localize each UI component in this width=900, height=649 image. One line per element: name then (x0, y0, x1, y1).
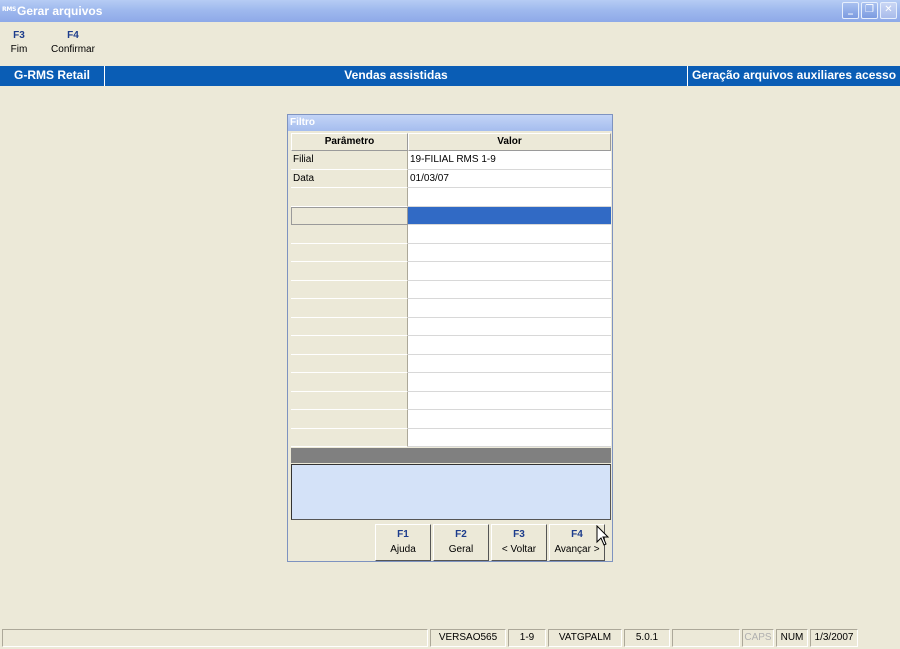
band-module: Vendas assistidas (344, 68, 448, 82)
status-caps: CAPS (742, 629, 774, 647)
value-cell[interactable] (408, 280, 611, 299)
header-band: G-RMS Retail Vendas assistidas Geração a… (0, 66, 900, 86)
value-cell[interactable] (408, 354, 611, 373)
status-version: VERSAO565 (430, 629, 506, 647)
grid-row[interactable] (291, 391, 611, 410)
status-message (2, 629, 428, 647)
value-cell[interactable] (408, 262, 611, 281)
value-cell[interactable] (408, 188, 611, 207)
fim-button[interactable]: F3 Fim (8, 30, 30, 55)
grid-row[interactable] (291, 225, 611, 244)
voltar-button[interactable]: F3 < Voltar (491, 524, 547, 561)
value-cell[interactable]: 01/03/07 (408, 169, 611, 188)
parameter-cell: Data (291, 169, 408, 188)
value-cell[interactable] (408, 317, 611, 336)
avancar-key: F4 (571, 529, 583, 540)
fim-label: Fim (10, 44, 28, 55)
value-cell[interactable] (408, 336, 611, 355)
minimize-button[interactable]: _ (842, 2, 859, 19)
parameter-cell (291, 262, 408, 281)
fim-key: F3 (13, 30, 25, 41)
parameter-cell (291, 373, 408, 392)
parameter-cell (291, 336, 408, 355)
status-bar: VERSAO565 1-9 VATGPALM 5.0.1 CAPS NUM 1/… (0, 627, 900, 649)
geral-key: F2 (455, 529, 467, 540)
status-release: 5.0.1 (624, 629, 670, 647)
confirmar-label: Confirmar (51, 44, 95, 55)
app-icon: RMS (2, 6, 17, 13)
grid-row[interactable]: Filial 19-FILIAL RMS 1-9 (291, 151, 611, 170)
parameter-cell (291, 428, 408, 447)
column-header-parametro[interactable]: Parâmetro (291, 133, 408, 151)
description-memo (291, 464, 611, 520)
grid-row[interactable] (291, 280, 611, 299)
grid-row[interactable] (291, 354, 611, 373)
window-title: Gerar arquivos (17, 4, 103, 18)
voltar-key: F3 (513, 529, 525, 540)
value-cell[interactable] (408, 373, 611, 392)
parameter-cell (291, 391, 408, 410)
ajuda-key: F1 (397, 529, 409, 540)
parameter-cell (291, 280, 408, 299)
confirmar-key: F4 (67, 30, 79, 41)
parameter-cell (291, 317, 408, 336)
parameter-cell: Filial (291, 151, 408, 170)
grid-row[interactable]: Data 01/03/07 (291, 169, 611, 188)
confirmar-button[interactable]: F4 Confirmar (50, 30, 96, 55)
parameter-cell (291, 299, 408, 318)
parameter-grid: Parâmetro Valor Filial 19-FILIAL RMS 1-9 D… (291, 133, 611, 447)
parameter-cell (291, 410, 408, 429)
grid-rows: Filial 19-FILIAL RMS 1-9 Data 01/03/07 (291, 151, 611, 447)
value-cell[interactable] (408, 299, 611, 318)
grid-row[interactable] (291, 262, 611, 281)
filter-dialog: Filtro Parâmetro Valor Filial 19-FILIAL R… (287, 114, 613, 562)
ajuda-button[interactable]: F1 Ajuda (375, 524, 431, 561)
parameter-cell (291, 188, 408, 207)
grid-row[interactable] (291, 206, 611, 225)
status-empty (672, 629, 740, 647)
grid-row[interactable] (291, 373, 611, 392)
grid-row[interactable] (291, 188, 611, 207)
status-user: VATGPALM (548, 629, 622, 647)
avancar-button[interactable]: F4 Avançar > (549, 524, 605, 561)
title-bar: RMS Gerar arquivos _ ❐ ✕ (0, 0, 900, 22)
band-function: Geração arquivos auxiliares acesso (691, 68, 897, 82)
band-system: G-RMS Retail (13, 68, 90, 82)
value-cell[interactable]: 19-FILIAL RMS 1-9 (408, 151, 611, 170)
grid-row[interactable] (291, 428, 611, 447)
grid-row[interactable] (291, 410, 611, 429)
voltar-label: < Voltar (501, 544, 537, 555)
column-header-valor[interactable]: Valor (408, 133, 611, 151)
grid-row[interactable] (291, 243, 611, 262)
parameter-cell (291, 243, 408, 262)
grid-separator-bar (291, 448, 611, 463)
parameter-cell (291, 206, 408, 225)
grid-row[interactable] (291, 317, 611, 336)
maximize-button[interactable]: ❐ (861, 2, 878, 19)
dialog-title: Filtro (288, 115, 612, 131)
value-cell[interactable] (408, 206, 611, 225)
value-cell[interactable] (408, 428, 611, 447)
status-date: 1/3/2007 (810, 629, 858, 647)
status-num: NUM (776, 629, 808, 647)
value-cell[interactable] (408, 243, 611, 262)
close-button[interactable]: ✕ (880, 2, 897, 19)
value-cell[interactable] (408, 391, 611, 410)
parameter-cell (291, 354, 408, 373)
geral-label: Geral (448, 544, 474, 555)
grid-row[interactable] (291, 299, 611, 318)
grid-header: Parâmetro Valor (291, 133, 611, 151)
avancar-label: Avançar > (554, 544, 600, 555)
grid-row[interactable] (291, 336, 611, 355)
parameter-cell (291, 225, 408, 244)
ajuda-label: Ajuda (390, 544, 416, 555)
status-branch: 1-9 (508, 629, 546, 647)
geral-button[interactable]: F2 Geral (433, 524, 489, 561)
value-cell[interactable] (408, 410, 611, 429)
value-cell[interactable] (408, 225, 611, 244)
